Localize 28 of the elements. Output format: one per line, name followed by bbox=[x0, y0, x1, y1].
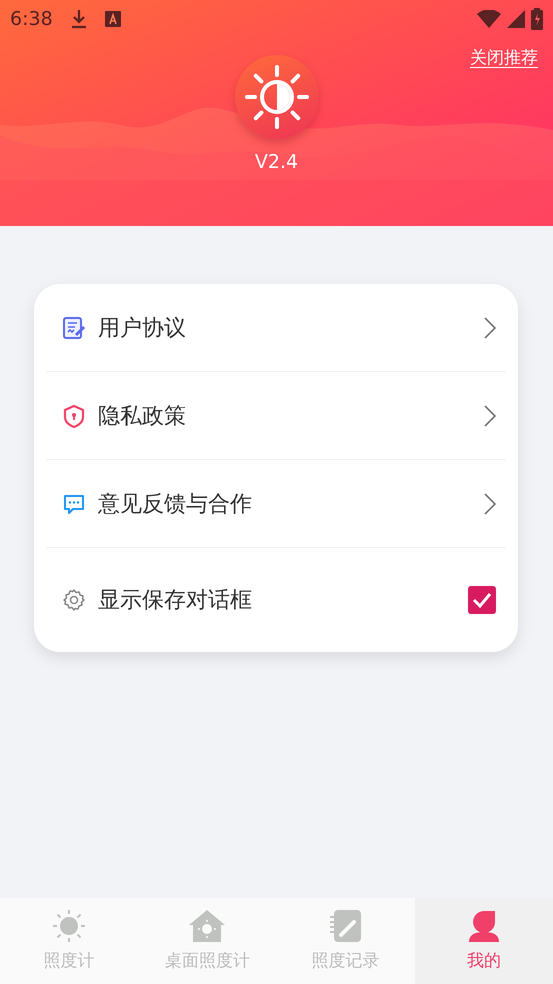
checkbox[interactable] bbox=[468, 586, 496, 614]
person-icon bbox=[468, 909, 500, 943]
download-icon bbox=[70, 9, 87, 29]
settings-icon bbox=[62, 588, 86, 612]
app-version: V2.4 bbox=[254, 151, 298, 173]
notebook-pen-icon bbox=[328, 909, 363, 943]
chevron-right-icon[interactable] bbox=[484, 316, 496, 338]
chevron-right-icon[interactable] bbox=[484, 404, 496, 426]
sun-icon bbox=[52, 909, 86, 943]
signal-icon bbox=[507, 10, 525, 28]
chevron-right-icon[interactable] bbox=[484, 492, 496, 514]
menu-item-label[interactable]: 隐私政策 bbox=[98, 400, 186, 430]
menu-item-label[interactable]: 意见反馈与合作 bbox=[98, 488, 252, 518]
house-sun-icon bbox=[188, 909, 226, 943]
shield-lock-icon bbox=[62, 404, 86, 428]
menu-item-label[interactable]: 显示保存对话框 bbox=[98, 585, 252, 615]
nav-tab[interactable]: 桌面照度计 bbox=[138, 898, 276, 984]
nav-tab[interactable]: 我的 bbox=[414, 898, 553, 984]
checkmark-icon bbox=[472, 592, 492, 608]
document-edit-icon bbox=[62, 316, 86, 340]
app-notification-icon bbox=[104, 11, 121, 27]
nav-tab[interactable]: 照度记录 bbox=[276, 898, 415, 984]
wifi-icon bbox=[477, 10, 501, 28]
close-recommendations-link[interactable]: 关闭推荐 bbox=[470, 46, 538, 69]
battery-icon bbox=[531, 8, 543, 30]
menu-item-label[interactable]: 用户协议 bbox=[98, 312, 186, 342]
nav-tab[interactable]: 照度计 bbox=[0, 898, 138, 984]
status-time: 6:38 bbox=[10, 8, 53, 30]
